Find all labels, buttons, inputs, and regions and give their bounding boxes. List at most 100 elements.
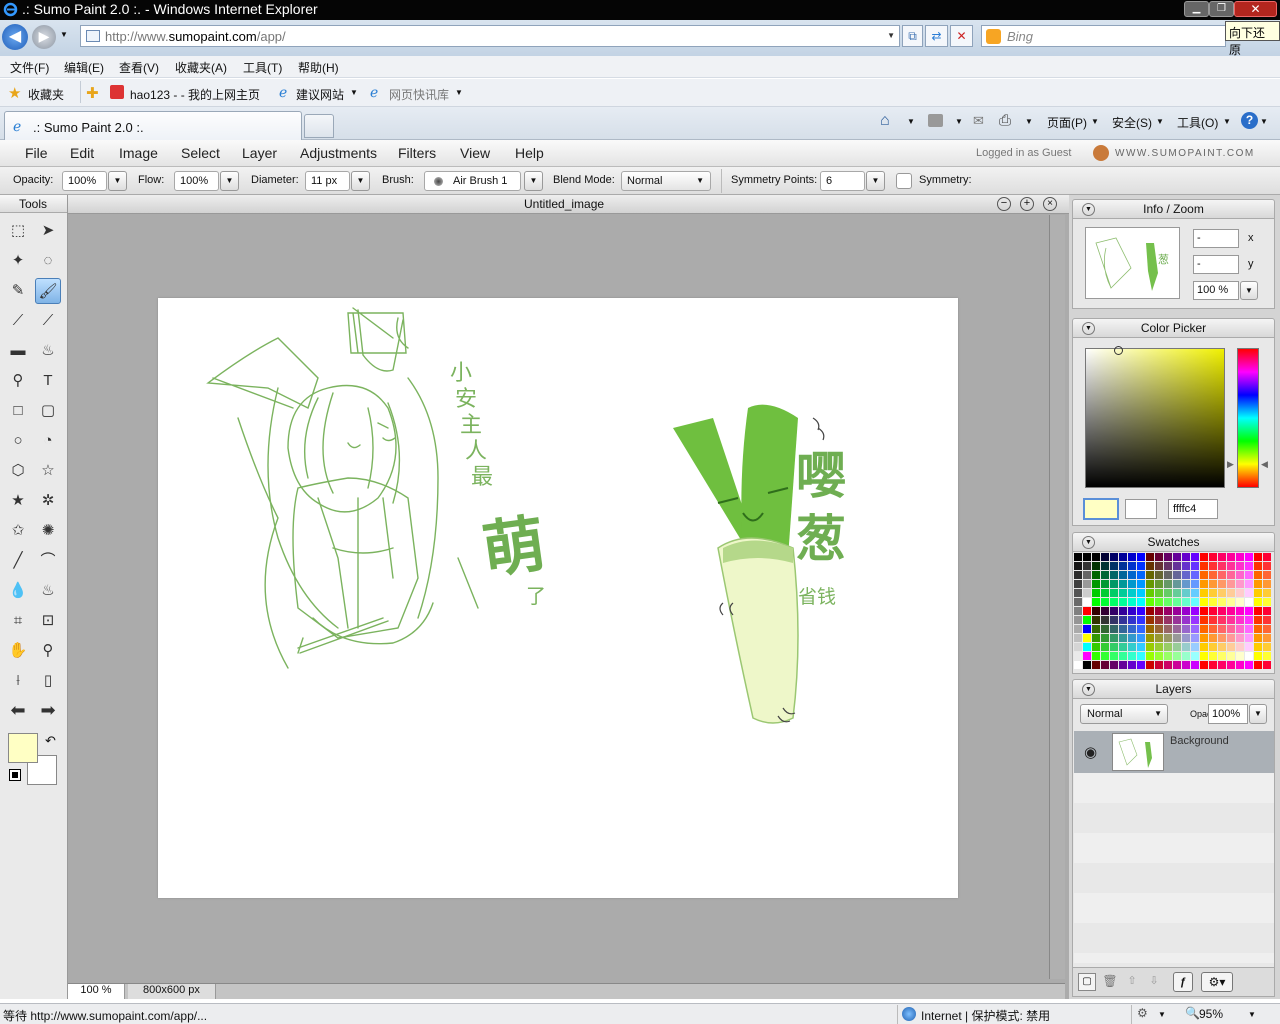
- color-swatch[interactable]: [1236, 643, 1244, 651]
- color-swatch[interactable]: [1209, 661, 1217, 669]
- symmetry-checkbox[interactable]: [896, 173, 912, 189]
- color-swatch[interactable]: [1092, 553, 1100, 561]
- color-swatch[interactable]: [1164, 652, 1172, 660]
- color-swatch[interactable]: [1119, 553, 1127, 561]
- color-swatch[interactable]: [1146, 616, 1154, 624]
- color-swatch[interactable]: [1074, 616, 1082, 624]
- current-color-swatch[interactable]: [1083, 498, 1119, 520]
- color-swatch[interactable]: [1209, 616, 1217, 624]
- color-swatch[interactable]: [1110, 580, 1118, 588]
- diameter-input[interactable]: 11 px: [305, 171, 350, 191]
- color-swatch[interactable]: [1218, 607, 1226, 615]
- color-swatch[interactable]: [1092, 607, 1100, 615]
- color-swatch[interactable]: [1092, 652, 1100, 660]
- color-swatch[interactable]: [1218, 598, 1226, 606]
- safety-menu[interactable]: 安全(S): [1112, 114, 1152, 131]
- color-swatch[interactable]: [1119, 616, 1127, 624]
- color-swatch[interactable]: [1083, 634, 1091, 642]
- eye-visibility-icon[interactable]: ◉: [1084, 743, 1097, 761]
- favorites-button[interactable]: 收藏夹: [28, 86, 64, 103]
- ie-menu-edit[interactable]: 编辑(E): [64, 59, 104, 76]
- menu-layer[interactable]: Layer: [242, 145, 277, 161]
- opacity-dropdown[interactable]: ▼: [108, 171, 127, 191]
- address-bar[interactable]: http://www.sumopaint.com/app/ ▼: [80, 25, 900, 47]
- color-swatch[interactable]: [1164, 553, 1172, 561]
- color-swatch[interactable]: [1263, 616, 1271, 624]
- color-swatch[interactable]: [1119, 634, 1127, 642]
- color-swatch[interactable]: [1110, 643, 1118, 651]
- color-swatch[interactable]: [1146, 634, 1154, 642]
- ellipse-tool-icon[interactable]: ○: [5, 428, 31, 454]
- color-swatch[interactable]: [1245, 553, 1253, 561]
- color-swatch[interactable]: [1254, 553, 1262, 561]
- menu-adjustments[interactable]: Adjustments: [300, 145, 377, 161]
- flow-input[interactable]: 100%: [174, 171, 219, 191]
- chevron-down-icon[interactable]: ▼: [1158, 1010, 1166, 1019]
- color-swatch[interactable]: [1218, 643, 1226, 651]
- color-swatch[interactable]: [1263, 562, 1271, 570]
- hue-slider[interactable]: [1237, 348, 1259, 488]
- zoom-field[interactable]: 100 %: [1193, 281, 1239, 300]
- home-icon[interactable]: ⌂: [880, 112, 890, 130]
- color-swatch[interactable]: [1092, 625, 1100, 633]
- color-swatch[interactable]: [1137, 580, 1145, 588]
- color-swatch[interactable]: [1119, 580, 1127, 588]
- x-coordinate-field[interactable]: -: [1193, 229, 1239, 248]
- color-swatch[interactable]: [1245, 598, 1253, 606]
- color-swatch[interactable]: [1254, 607, 1262, 615]
- color-swatch[interactable]: [1236, 652, 1244, 660]
- navigator-thumbnail[interactable]: 葱: [1085, 227, 1180, 299]
- mail-icon[interactable]: ✉: [973, 113, 984, 129]
- color-swatch[interactable]: [1164, 598, 1172, 606]
- color-swatch[interactable]: [1263, 571, 1271, 579]
- color-swatch[interactable]: [1227, 634, 1235, 642]
- color-swatch[interactable]: [1173, 589, 1181, 597]
- color-swatch[interactable]: [1218, 562, 1226, 570]
- color-picker-header[interactable]: ▼ Color Picker: [1072, 318, 1275, 338]
- color-swatch[interactable]: [1146, 553, 1154, 561]
- color-swatch[interactable]: [1200, 580, 1208, 588]
- color-swatch[interactable]: [1200, 625, 1208, 633]
- color-swatch[interactable]: [1110, 571, 1118, 579]
- color-swatch[interactable]: [1119, 661, 1127, 669]
- color-swatch[interactable]: [1200, 598, 1208, 606]
- delete-layer-icon[interactable]: 🗑: [1101, 973, 1119, 991]
- help-icon[interactable]: ?: [1241, 112, 1258, 129]
- color-swatch[interactable]: [1164, 607, 1172, 615]
- color-swatch[interactable]: [1092, 598, 1100, 606]
- color-swatch[interactable]: [1092, 661, 1100, 669]
- burst-tool-icon[interactable]: ✲: [35, 488, 61, 514]
- color-swatch[interactable]: [1128, 580, 1136, 588]
- color-swatch[interactable]: [1263, 598, 1271, 606]
- color-swatch[interactable]: [1218, 625, 1226, 633]
- color-swatch[interactable]: [1182, 652, 1190, 660]
- color-swatch[interactable]: [1146, 625, 1154, 633]
- color-swatch[interactable]: [1254, 562, 1262, 570]
- color-swatch[interactable]: [1227, 553, 1235, 561]
- burn-tool-icon[interactable]: ♨: [35, 578, 61, 604]
- color-field[interactable]: [1085, 346, 1225, 488]
- star5-tool-icon[interactable]: ★: [5, 488, 31, 514]
- color-swatch[interactable]: [1101, 634, 1109, 642]
- color-swatch[interactable]: [1191, 589, 1199, 597]
- fav-hao123[interactable]: hao123 - - 我的上网主页: [130, 86, 260, 103]
- ie-menu-view[interactable]: 查看(V): [119, 59, 159, 76]
- color-swatch[interactable]: [1173, 625, 1181, 633]
- clone-stamp-tool-icon[interactable]: ⚲: [5, 368, 31, 394]
- color-swatch[interactable]: [1164, 616, 1172, 624]
- color-swatch[interactable]: [1245, 580, 1253, 588]
- color-swatch[interactable]: [1245, 634, 1253, 642]
- color-swatch[interactable]: [1128, 661, 1136, 669]
- brush-dropdown[interactable]: ▼: [524, 171, 543, 191]
- flow-dropdown[interactable]: ▼: [220, 171, 239, 191]
- color-swatch[interactable]: [1200, 634, 1208, 642]
- color-swatch[interactable]: [1173, 580, 1181, 588]
- chevron-down-icon[interactable]: ▼: [1260, 117, 1268, 126]
- color-swatch[interactable]: [1110, 616, 1118, 624]
- color-swatch[interactable]: [1119, 562, 1127, 570]
- collapse-icon[interactable]: ▼: [1082, 203, 1095, 216]
- layer-row-background[interactable]: ◉ Background: [1074, 731, 1274, 773]
- color-swatch[interactable]: [1074, 643, 1082, 651]
- color-swatch[interactable]: [1173, 652, 1181, 660]
- color-swatch[interactable]: [1245, 607, 1253, 615]
